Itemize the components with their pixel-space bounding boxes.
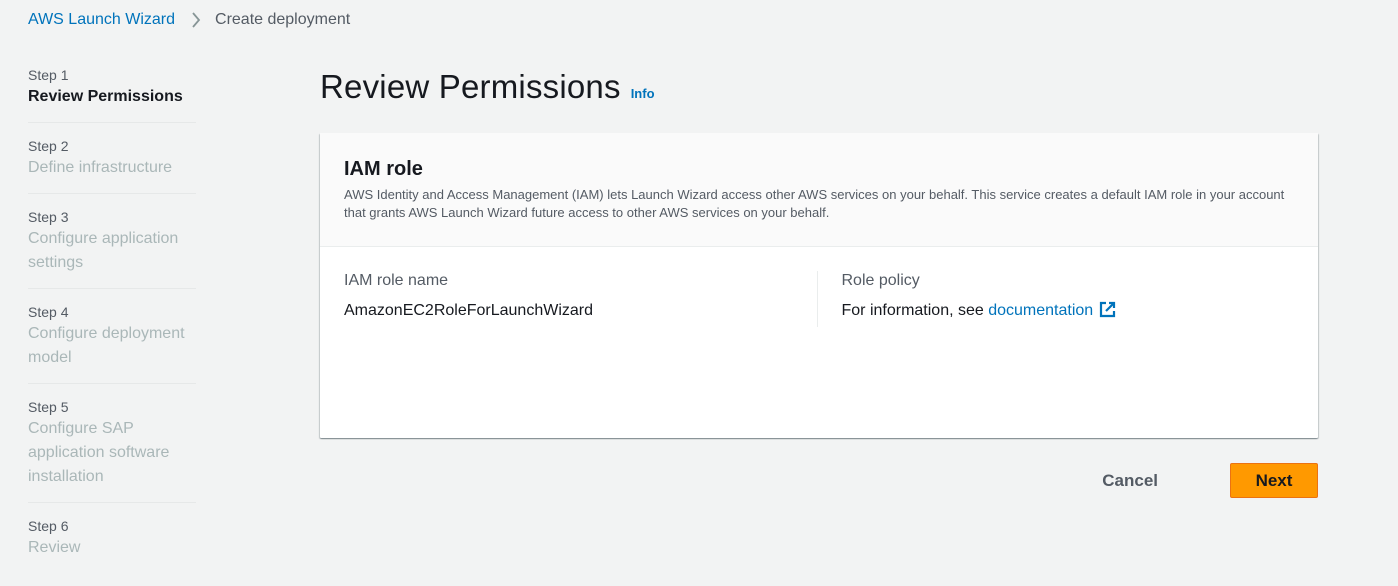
role-policy-prefix: For information, see	[841, 302, 989, 319]
step-title: Configure deployment model	[28, 325, 185, 366]
page-header: Review Permissions Info	[320, 68, 655, 106]
page-title: Review Permissions	[320, 68, 621, 105]
step-5: Step 5 Configure SAP application softwar…	[28, 394, 196, 503]
step-number: Step 4	[28, 304, 69, 320]
step-1: Step 1 Review Permissions	[28, 62, 196, 123]
step-number: Step 6	[28, 518, 69, 534]
step-number: Step 1	[28, 67, 69, 83]
wizard-actions: Cancel Next	[1082, 463, 1318, 498]
step-title: Review	[28, 539, 81, 556]
iam-role-name-label: IAM role name	[344, 272, 449, 289]
wizard-steps-nav: Step 1 Review Permissions Step 2 Define …	[28, 62, 196, 583]
role-policy-label: Role policy	[841, 272, 920, 289]
card-title: IAM role	[344, 158, 423, 180]
role-policy-value: For information, see documentation	[842, 299, 1295, 326]
breadcrumb-launch-wizard[interactable]: AWS Launch Wizard	[28, 11, 175, 29]
step-number: Step 2	[28, 138, 69, 154]
card-description: AWS Identity and Access Management (IAM)…	[344, 187, 1285, 220]
iam-role-name-column: IAM role name AmazonEC2RoleForLaunchWiza…	[344, 271, 818, 327]
step-3: Step 3 Configure application settings	[28, 204, 196, 289]
iam-role-name-value: AmazonEC2RoleForLaunchWizard	[344, 302, 593, 319]
step-2: Step 2 Define infrastructure	[28, 133, 196, 194]
role-policy-column: Role policy For information, see documen…	[818, 271, 1295, 327]
next-button[interactable]: Next	[1230, 463, 1318, 498]
step-title: Review Permissions	[28, 88, 183, 105]
info-link[interactable]: Info	[631, 86, 655, 101]
step-number: Step 5	[28, 399, 69, 415]
step-6: Step 6 Review	[28, 513, 196, 573]
iam-role-container: IAM role AWS Identity and Access Managem…	[320, 133, 1318, 438]
card-header: IAM role AWS Identity and Access Managem…	[320, 133, 1318, 247]
step-title: Configure application settings	[28, 230, 179, 271]
documentation-link[interactable]: documentation	[988, 302, 1093, 319]
chevron-right-icon	[191, 12, 201, 28]
external-link-icon[interactable]	[1099, 301, 1116, 326]
cancel-button[interactable]: Cancel	[1082, 465, 1178, 497]
step-4: Step 4 Configure deployment model	[28, 299, 196, 384]
step-title: Configure SAP application software insta…	[28, 420, 170, 485]
breadcrumb: AWS Launch Wizard Create deployment	[28, 8, 350, 32]
breadcrumb-create-deployment: Create deployment	[215, 11, 351, 28]
step-title: Define infrastructure	[28, 159, 173, 176]
card-body: IAM role name AmazonEC2RoleForLaunchWiza…	[320, 247, 1318, 327]
step-number: Step 3	[28, 209, 69, 225]
launch-wizard-page: AWS Launch Wizard Create deployment Step…	[0, 0, 1398, 586]
